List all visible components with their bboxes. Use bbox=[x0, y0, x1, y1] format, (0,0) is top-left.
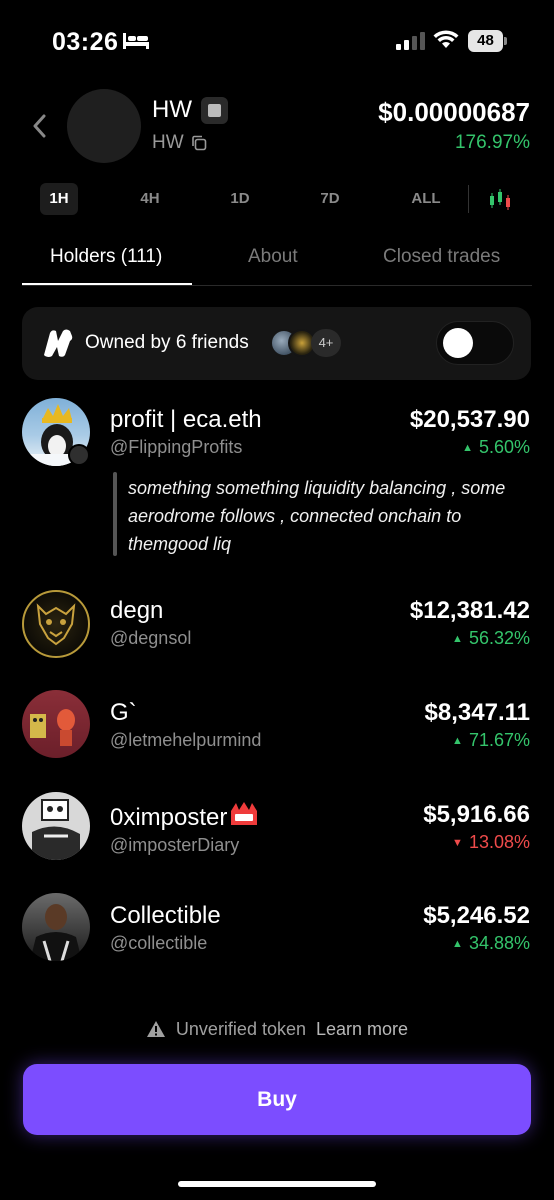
battery-icon: 48 bbox=[468, 30, 507, 52]
tab-holders[interactable]: Holders (111) bbox=[50, 246, 162, 284]
holder-handle: @imposterDiary bbox=[110, 835, 240, 855]
token-price: $0.00000687 bbox=[378, 97, 530, 127]
friends-owned-label: Owned by 6 friends bbox=[85, 332, 249, 353]
candlestick-chart-icon[interactable] bbox=[488, 189, 512, 211]
timeframe-1h[interactable]: 1H bbox=[40, 183, 78, 215]
holder-name: 0ximposter bbox=[110, 801, 259, 832]
learn-more-link[interactable]: Learn more bbox=[316, 1019, 408, 1039]
timeframe-divider bbox=[468, 185, 469, 213]
holder-change: ▼ 13.08% bbox=[452, 832, 530, 852]
back-chevron-icon[interactable] bbox=[30, 112, 50, 140]
warning-icon bbox=[146, 1021, 165, 1037]
content-tabs: Holders (111) About Closed trades bbox=[22, 246, 532, 286]
arrow-up-icon: ▲ bbox=[452, 938, 463, 950]
flame-badge-icon bbox=[231, 802, 258, 825]
holder-change: ▲ 5.60% bbox=[462, 437, 530, 457]
toggle-knob bbox=[443, 328, 473, 358]
sleep-focus-icon bbox=[123, 33, 149, 49]
status-time: 03:26 bbox=[52, 28, 119, 56]
friends-more-count: 4+ bbox=[311, 329, 341, 357]
timeframe-1d[interactable]: 1D bbox=[220, 183, 260, 215]
friends-card[interactable]: Owned by 6 friends 4+ bbox=[22, 307, 531, 380]
holder-name: Collectible bbox=[110, 902, 221, 929]
timeframe-selector: 1H 4H 1D 7D ALL bbox=[0, 183, 554, 217]
friends-filter-toggle[interactable] bbox=[436, 321, 514, 365]
arrow-up-icon: ▲ bbox=[462, 442, 473, 454]
holder-name: profit | eca.eth bbox=[110, 406, 262, 433]
home-indicator[interactable] bbox=[178, 1181, 376, 1187]
timeframe-4h[interactable]: 4H bbox=[130, 183, 170, 215]
tab-closed-trades[interactable]: Closed trades bbox=[383, 246, 500, 284]
holder-name: degn bbox=[110, 597, 164, 624]
token-badge-icon bbox=[201, 97, 228, 124]
wifi-icon bbox=[433, 30, 459, 48]
holder-change: ▲ 71.67% bbox=[452, 730, 530, 750]
holder-value: $5,916.66 bbox=[423, 801, 530, 828]
token-price-change: 176.97% bbox=[454, 132, 530, 153]
holder-value: $20,537.90 bbox=[409, 406, 530, 433]
arrow-down-icon: ▼ bbox=[452, 837, 463, 849]
unverified-label: Unverified token bbox=[175, 1019, 306, 1039]
holder-name: G` bbox=[110, 699, 137, 726]
holder-change: ▲ 56.32% bbox=[452, 628, 530, 648]
holder-handle: @FlippingProfits bbox=[110, 437, 243, 457]
bio-quote-bar bbox=[113, 472, 117, 556]
app-logo-icon bbox=[44, 329, 73, 357]
avatar bbox=[22, 690, 90, 758]
avatar bbox=[22, 590, 90, 658]
cellular-signal-icon bbox=[396, 32, 425, 50]
holder-handle: @letmehelpurmind bbox=[110, 730, 262, 750]
unverified-token-notice: Unverified token Learn more bbox=[0, 1019, 554, 1040]
holder-value: $12,381.42 bbox=[409, 597, 530, 624]
timeframe-all[interactable]: ALL bbox=[404, 183, 448, 215]
arrow-up-icon: ▲ bbox=[452, 633, 463, 645]
token-symbol: HW bbox=[152, 132, 184, 153]
active-tab-indicator bbox=[22, 283, 192, 285]
token-avatar bbox=[67, 89, 141, 163]
battery-level: 48 bbox=[468, 30, 503, 52]
tab-about[interactable]: About bbox=[248, 246, 298, 284]
holder-handle: @collectible bbox=[110, 933, 208, 953]
holder-change: ▲ 34.88% bbox=[452, 933, 530, 953]
timeframe-7d[interactable]: 7D bbox=[310, 183, 350, 215]
avatar bbox=[22, 893, 90, 961]
arrow-up-icon: ▲ bbox=[452, 735, 463, 747]
chat-bubble-icon bbox=[68, 444, 90, 466]
holder-value: $5,246.52 bbox=[423, 902, 530, 929]
holder-handle: @degnsol bbox=[110, 628, 192, 648]
copy-icon[interactable] bbox=[191, 135, 207, 151]
holder-bio: something something liquidity balancing … bbox=[128, 478, 506, 554]
token-name: HW bbox=[152, 96, 192, 123]
avatar bbox=[22, 792, 90, 860]
holder-value: $8,347.11 bbox=[424, 699, 530, 726]
buy-button[interactable]: Buy bbox=[23, 1064, 531, 1135]
status-bar: 03:26 48 bbox=[0, 0, 554, 80]
